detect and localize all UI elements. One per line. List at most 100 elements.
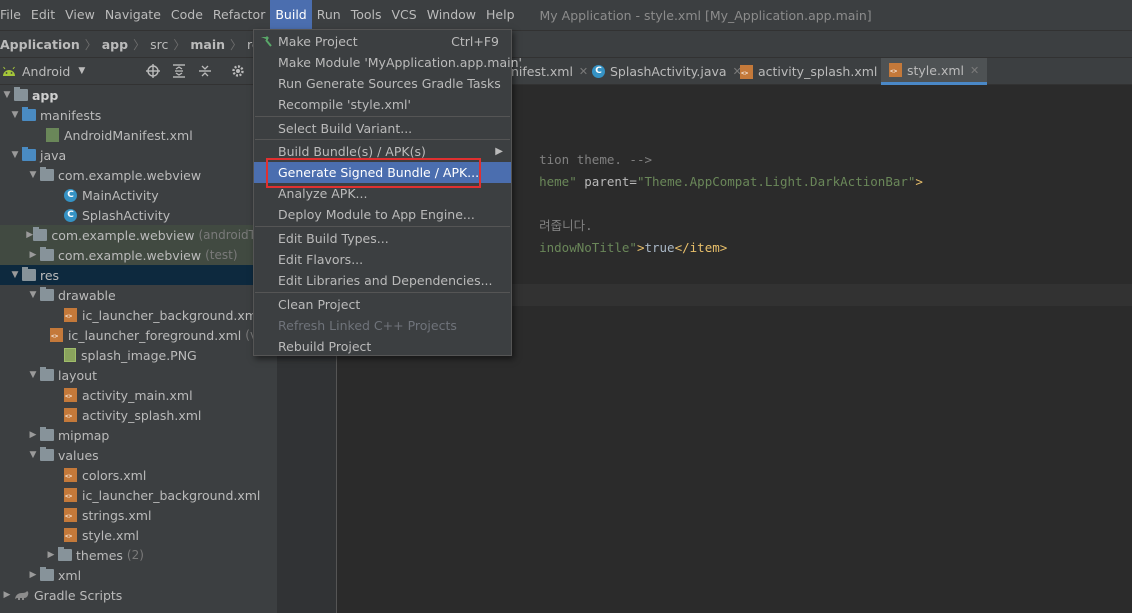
- tree-item-mainactivity[interactable]: C MainActivity: [0, 185, 277, 205]
- menu-item-label: Make Project: [278, 34, 358, 49]
- chevron-right-icon[interactable]: ▶: [44, 550, 58, 560]
- menu-item-edit-build-types[interactable]: Edit Build Types...: [254, 228, 511, 249]
- tree-item-values[interactable]: ▼ values: [0, 445, 277, 465]
- collapse-all-icon[interactable]: [198, 64, 212, 78]
- tree-item-themes[interactable]: ▶ themes (2): [0, 545, 277, 565]
- menu-navigate[interactable]: Navigate: [100, 0, 166, 30]
- menu-item-rebuild-project[interactable]: Rebuild Project: [254, 336, 511, 357]
- tree-label: Gradle Scripts: [34, 587, 123, 603]
- chevron-right-icon[interactable]: ▶: [26, 250, 40, 260]
- menu-code[interactable]: Code: [166, 0, 208, 30]
- chevron-down-icon[interactable]: ▼: [8, 270, 22, 280]
- menu-item-edit-flavors[interactable]: Edit Flavors...: [254, 249, 511, 270]
- tree-item-java[interactable]: ▼ java: [0, 145, 277, 165]
- project-tree: ▼ app ▼ manifests AndroidManifest.xml ▼ …: [0, 85, 277, 613]
- hammer-icon: [261, 36, 272, 47]
- chevron-down-icon[interactable]: ▼: [0, 90, 14, 100]
- menu-window[interactable]: Window: [422, 0, 481, 30]
- menu-item-edit-libraries[interactable]: Edit Libraries and Dependencies...: [254, 270, 511, 291]
- tree-item-ic-launcher-background[interactable]: ic_launcher_background.xml: [0, 305, 277, 325]
- xml-file-icon: [64, 488, 77, 502]
- tree-item-drawable[interactable]: ▼ drawable: [0, 285, 277, 305]
- package-icon: [40, 247, 54, 261]
- tree-label: com.example.webview: [58, 167, 202, 183]
- tree-item-layout[interactable]: ▼ layout: [0, 365, 277, 385]
- chevron-right-icon[interactable]: ▶: [26, 230, 33, 240]
- menu-item-recompile[interactable]: Recompile 'style.xml': [254, 94, 511, 115]
- tree-item-package[interactable]: ▼ com.example.webview: [0, 165, 277, 185]
- close-icon[interactable]: ✕: [579, 65, 588, 78]
- menu-item-label: Select Build Variant...: [278, 121, 413, 136]
- tree-item-activity-main[interactable]: activity_main.xml: [0, 385, 277, 405]
- tree-item-splashactivity[interactable]: C SplashActivity: [0, 205, 277, 225]
- tree-item-app[interactable]: ▼ app: [0, 85, 277, 105]
- chevron-down-icon[interactable]: ▼: [26, 450, 40, 460]
- folder-icon: [40, 367, 54, 381]
- tree-item-package-androidtest[interactable]: ▶ com.example.webview (androidTest): [0, 225, 277, 245]
- breadcrumb-separator-icon: 〉: [84, 37, 97, 52]
- menu-edit[interactable]: Edit: [26, 0, 60, 30]
- gradle-icon: [15, 591, 29, 600]
- chevron-down-icon[interactable]: ▼: [26, 290, 40, 300]
- menu-view[interactable]: View: [60, 0, 100, 30]
- tree-item-ic-launcher-foreground[interactable]: ic_launcher_foreground.xml (v24): [0, 325, 277, 345]
- tree-label: app: [32, 87, 59, 103]
- menu-item-deploy-module[interactable]: Deploy Module to App Engine...: [254, 204, 511, 225]
- class-icon: C: [64, 208, 77, 222]
- tree-label: activity_main.xml: [82, 387, 193, 403]
- menu-item-make-module[interactable]: Make Module 'MyApplication.app.main': [254, 52, 522, 73]
- gear-icon[interactable]: [231, 64, 245, 78]
- breadcrumb-app[interactable]: app: [102, 37, 128, 52]
- tree-item-mipmap[interactable]: ▶ mipmap: [0, 425, 277, 445]
- menu-item-clean-project[interactable]: Clean Project: [254, 294, 511, 315]
- tree-label: splash_image.PNG: [81, 347, 197, 363]
- menu-file[interactable]: File: [0, 0, 26, 30]
- menu-help[interactable]: Help: [481, 0, 520, 30]
- tree-label: java: [40, 147, 67, 163]
- menu-vcs[interactable]: VCS: [387, 0, 422, 30]
- tab-activity-splash[interactable]: activity_splash.xml ✕: [740, 58, 893, 85]
- expand-all-icon[interactable]: [172, 64, 186, 78]
- tab-style[interactable]: style.xml ✕: [881, 58, 988, 85]
- tree-item-colors[interactable]: colors.xml: [0, 465, 277, 485]
- tree-item-androidmanifest[interactable]: AndroidManifest.xml: [0, 125, 277, 145]
- menu-build[interactable]: Build: [270, 0, 312, 30]
- menu-tools[interactable]: Tools: [346, 0, 387, 30]
- breadcrumb-project[interactable]: Application: [0, 37, 80, 52]
- breadcrumb-main[interactable]: main: [190, 37, 225, 52]
- tree-item-strings[interactable]: strings.xml: [0, 505, 277, 525]
- tree-item-manifests[interactable]: ▼ manifests: [0, 105, 277, 125]
- menu-item-label: Make Module 'MyApplication.app.main': [278, 55, 522, 70]
- tree-item-activity-splash[interactable]: activity_splash.xml: [0, 405, 277, 425]
- code-line: indowNoTitle">true</item>: [539, 240, 728, 255]
- menu-separator: [255, 226, 510, 227]
- close-icon[interactable]: ✕: [970, 64, 979, 77]
- tree-item-style[interactable]: style.xml: [0, 525, 277, 545]
- menu-item-label: Edit Build Types...: [278, 231, 389, 246]
- chevron-down-icon[interactable]: ▼: [8, 110, 22, 120]
- tree-item-xml[interactable]: ▶ xml: [0, 565, 277, 585]
- menu-item-make-project[interactable]: Make Project Ctrl+F9: [254, 31, 511, 52]
- chevron-right-icon[interactable]: ▶: [26, 430, 40, 440]
- menu-item-run-generate-sources[interactable]: Run Generate Sources Gradle Tasks: [254, 73, 511, 94]
- tree-item-ic-launcher-background-values[interactable]: ic_launcher_background.xml: [0, 485, 277, 505]
- menu-refactor[interactable]: Refactor: [208, 0, 270, 30]
- tree-label: colors.xml: [82, 467, 147, 483]
- tree-item-package-test[interactable]: ▶ com.example.webview (test): [0, 245, 277, 265]
- tab-androidmanifest[interactable]: nifest.xml ✕: [511, 58, 588, 85]
- chevron-down-icon[interactable]: ▼: [78, 66, 85, 76]
- breadcrumb-src[interactable]: src: [150, 37, 168, 52]
- chevron-down-icon[interactable]: ▼: [26, 170, 40, 180]
- chevron-down-icon[interactable]: ▼: [26, 370, 40, 380]
- project-view-selector[interactable]: Android: [22, 64, 70, 79]
- tree-item-gradle-scripts[interactable]: ▶ Gradle Scripts: [0, 585, 277, 605]
- menu-run[interactable]: Run: [312, 0, 346, 30]
- tree-item-res[interactable]: ▼ res: [0, 265, 277, 285]
- tab-splashactivity[interactable]: C SplashActivity.java ✕: [592, 58, 742, 85]
- locate-icon[interactable]: [146, 64, 160, 78]
- chevron-right-icon[interactable]: ▶: [26, 570, 40, 580]
- chevron-down-icon[interactable]: ▼: [8, 150, 22, 160]
- tree-item-splash-image[interactable]: splash_image.PNG: [0, 345, 277, 365]
- menu-item-select-build-variant[interactable]: Select Build Variant...: [254, 118, 511, 139]
- chevron-right-icon[interactable]: ▶: [0, 590, 14, 600]
